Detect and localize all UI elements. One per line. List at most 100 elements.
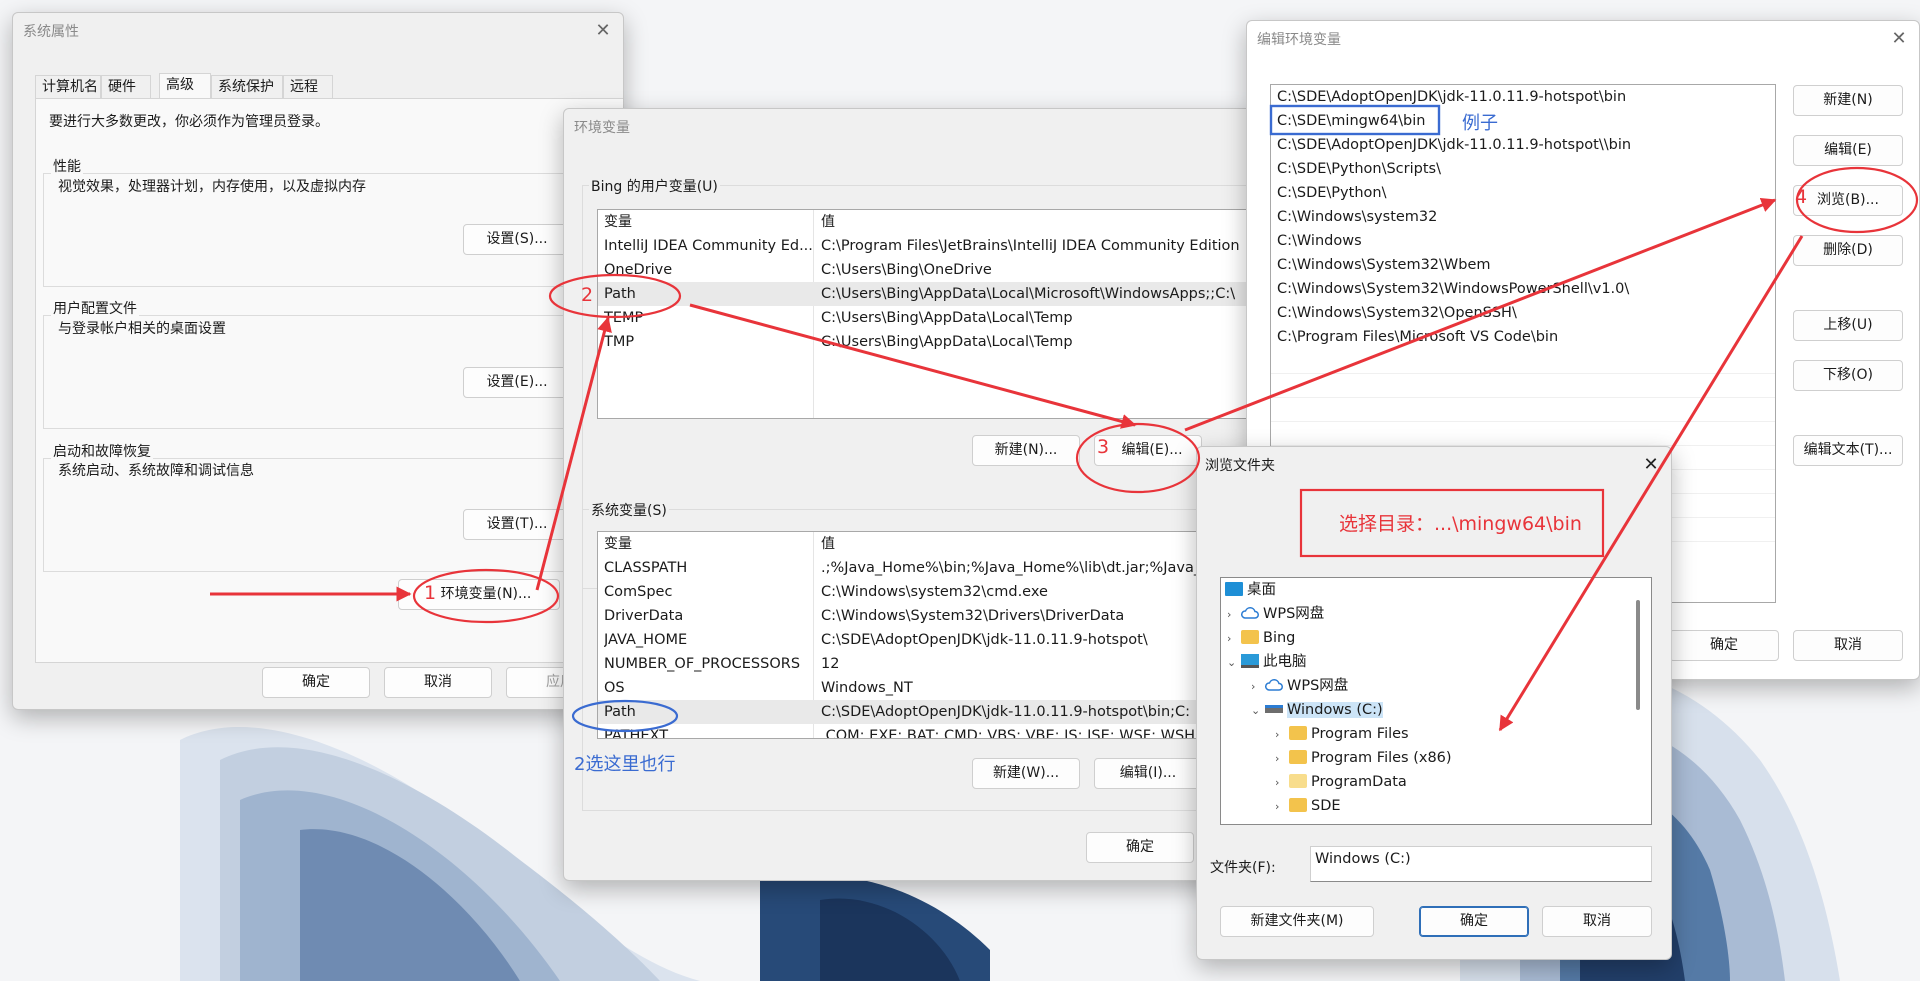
list-item[interactable]: C:\Windows\system32 <box>1277 205 1437 229</box>
variable-name: ComSpec <box>604 584 673 600</box>
admin-note: 要进行大多数更改，你必须作为管理员登录。 <box>49 114 329 130</box>
window-title: 编辑环境变量 <box>1257 32 1341 48</box>
ok-button[interactable]: 确定 <box>262 667 370 698</box>
tree-item-desktop[interactable]: 桌面 <box>1225 578 1276 602</box>
variable-name: Path <box>604 704 636 720</box>
system-variables-list[interactable]: 变量 值 CLASSPATH .;%Java_Home%\bin;%Java_H… <box>597 531 1252 739</box>
list-item[interactable]: C:\Program Files\Microsoft VS Code\bin <box>1277 325 1558 349</box>
list-item[interactable]: C:\SDE\AdoptOpenJDK\jdk-11.0.11.9-hotspo… <box>1277 133 1631 157</box>
table-row[interactable]: DriverData C:\Windows\System32\Drivers\D… <box>598 604 1252 628</box>
table-row[interactable]: TMP C:\Users\Bing\AppData\Local\Temp <box>598 330 1252 354</box>
tree-scrollbar-thumb[interactable] <box>1636 600 1640 710</box>
chevron-down-icon[interactable]: ⌄ <box>1251 699 1265 723</box>
table-row[interactable]: OS Windows_NT <box>598 676 1252 700</box>
env-ok-button[interactable]: 确定 <box>1086 832 1194 863</box>
column-header-variable[interactable]: 变量 <box>604 532 814 556</box>
user-variables-list[interactable]: 变量 值 IntelliJ IDEA Community Ed... C:\Pr… <box>597 209 1252 419</box>
edit-env-ok-button[interactable]: 确定 <box>1669 630 1779 661</box>
list-item[interactable]: C:\SDE\Python\Scripts\ <box>1277 157 1441 181</box>
folder-icon <box>1289 774 1307 788</box>
table-row-system-path[interactable]: Path C:\SDE\AdoptOpenJDK\jdk-11.0.11.9-h… <box>598 700 1252 724</box>
column-header-value[interactable]: 值 <box>821 210 835 234</box>
chevron-down-icon[interactable]: ⌄ <box>1227 651 1241 675</box>
variable-value: Windows_NT <box>821 680 913 696</box>
new-path-button[interactable]: 新建(N) <box>1793 85 1903 116</box>
tab-remote[interactable]: 远程 <box>283 75 333 99</box>
new-folder-button[interactable]: 新建文件夹(M) <box>1220 906 1374 937</box>
delete-path-button[interactable]: 删除(D) <box>1793 235 1903 266</box>
environment-variables-button[interactable]: 环境变量(N)... <box>398 579 560 610</box>
close-icon[interactable]: ✕ <box>1887 27 1911 51</box>
table-row-path-selected[interactable]: Path C:\Users\Bing\AppData\Local\Microso… <box>598 282 1252 306</box>
edit-env-cancel-button[interactable]: 取消 <box>1793 630 1903 661</box>
chevron-right-icon[interactable]: › <box>1275 723 1289 747</box>
tree-item-program-files-x86[interactable]: › Program Files (x86) <box>1275 746 1452 770</box>
list-item[interactable]: C:\Windows\System32\OpenSSH\ <box>1277 301 1517 325</box>
move-up-button[interactable]: 上移(U) <box>1793 310 1903 341</box>
list-item[interactable]: C:\Windows\System32\Wbem <box>1277 253 1491 277</box>
folder-tree[interactable]: 桌面 › WPS网盘 › Bing ⌄ 此电脑 › WPS网盘 ⌄ Windows (C:… <box>1220 577 1652 825</box>
system-new-button[interactable]: 新建(W)... <box>972 758 1080 789</box>
table-row[interactable]: PATHEXT .COM;.EXE;.BAT;.CMD;.VBS;.VBE;.J… <box>598 724 1252 738</box>
variable-value: C:\Windows\system32\cmd.exe <box>821 584 1048 600</box>
tree-item-program-files[interactable]: › Program Files <box>1275 722 1409 746</box>
chevron-right-icon[interactable]: › <box>1275 747 1289 771</box>
table-row[interactable]: IntelliJ IDEA Community Ed... C:\Program… <box>598 234 1252 258</box>
user-new-button[interactable]: 新建(N)... <box>972 435 1080 466</box>
table-row[interactable]: ComSpec C:\Windows\system32\cmd.exe <box>598 580 1252 604</box>
tree-label: 此电脑 <box>1263 654 1307 670</box>
system-edit-button[interactable]: 编辑(I)... <box>1094 758 1202 789</box>
environment-variables-label: 环境变量(N)... <box>440 586 532 602</box>
chevron-right-icon[interactable]: › <box>1275 771 1289 795</box>
edit-env-titlebar: 编辑环境变量 <box>1247 21 1919 57</box>
browse-button[interactable]: 浏览(B)... <box>1793 185 1903 216</box>
tree-label: WPS网盘 <box>1263 606 1325 622</box>
performance-settings-button[interactable]: 设置(S)... <box>463 224 571 255</box>
close-icon[interactable]: ✕ <box>591 19 615 43</box>
tree-item-windows-c-selected[interactable]: ⌄ Windows (C:) <box>1251 698 1383 722</box>
list-item[interactable]: C:\Windows <box>1277 229 1362 253</box>
variable-value: C:\Windows\System32\Drivers\DriverData <box>821 608 1125 624</box>
tab-hardware[interactable]: 硬件 <box>101 75 151 99</box>
tree-item-wps-cloud[interactable]: › WPS网盘 <box>1227 602 1324 626</box>
column-header-variable[interactable]: 变量 <box>604 210 814 234</box>
table-row[interactable]: OneDrive C:\Users\Bing\OneDrive <box>598 258 1252 282</box>
user-edit-button[interactable]: 编辑(E)... <box>1094 435 1202 466</box>
tab-computer-name[interactable]: 计算机名 <box>35 75 101 99</box>
table-row[interactable]: TEMP C:\Users\Bing\AppData\Local\Temp <box>598 306 1252 330</box>
edit-path-button[interactable]: 编辑(E) <box>1793 135 1903 166</box>
folder-name-field[interactable]: Windows (C:) <box>1310 846 1652 882</box>
system-variables-label: 系统变量(S) <box>589 500 669 520</box>
browse-ok-button[interactable]: 确定 <box>1419 906 1529 937</box>
tab-advanced[interactable]: 高级 <box>159 73 211 100</box>
move-down-button[interactable]: 下移(O) <box>1793 360 1903 391</box>
table-row[interactable]: NUMBER_OF_PROCESSORS 12 <box>598 652 1252 676</box>
browse-cancel-button[interactable]: 取消 <box>1542 906 1652 937</box>
tree-item-bing[interactable]: › Bing <box>1227 626 1295 650</box>
table-row[interactable]: CLASSPATH .;%Java_Home%\bin;%Java_Home%\… <box>598 556 1252 580</box>
variable-name: IntelliJ IDEA Community Ed... <box>604 238 813 254</box>
variable-name: NUMBER_OF_PROCESSORS <box>604 656 801 672</box>
variable-value: C:\SDE\AdoptOpenJDK\jdk-11.0.11.9-hotspo… <box>821 704 1191 720</box>
column-header-value[interactable]: 值 <box>821 532 835 556</box>
list-item[interactable]: C:\SDE\Python\ <box>1277 181 1386 205</box>
list-item[interactable]: C:\SDE\AdoptOpenJDK\jdk-11.0.11.9-hotspo… <box>1277 85 1626 109</box>
chevron-right-icon[interactable]: › <box>1275 795 1289 819</box>
chevron-right-icon[interactable]: › <box>1251 675 1265 699</box>
profiles-settings-button[interactable]: 设置(E)... <box>463 367 571 398</box>
list-item-mingw64[interactable]: C:\SDE\mingw64\bin <box>1277 109 1425 133</box>
tree-item-this-pc[interactable]: ⌄ 此电脑 <box>1227 650 1307 674</box>
close-icon[interactable]: ✕ <box>1639 453 1663 477</box>
chevron-right-icon[interactable]: › <box>1227 627 1241 651</box>
startup-settings-button[interactable]: 设置(T)... <box>463 509 571 540</box>
edit-text-button[interactable]: 编辑文本(T)... <box>1793 435 1903 466</box>
tree-item-programdata[interactable]: › ProgramData <box>1275 770 1407 794</box>
tree-item-wps-cloud-pc[interactable]: › WPS网盘 <box>1251 674 1348 698</box>
tree-item-sde[interactable]: › SDE <box>1275 794 1341 818</box>
cancel-button[interactable]: 取消 <box>384 667 492 698</box>
list-item[interactable]: C:\Windows\System32\WindowsPowerShell\v1… <box>1277 277 1629 301</box>
tab-system-protection[interactable]: 系统保护 <box>211 75 283 99</box>
example-label: 例子 <box>1462 113 1498 134</box>
chevron-right-icon[interactable]: › <box>1227 603 1241 627</box>
table-row[interactable]: JAVA_HOME C:\SDE\AdoptOpenJDK\jdk-11.0.1… <box>598 628 1252 652</box>
